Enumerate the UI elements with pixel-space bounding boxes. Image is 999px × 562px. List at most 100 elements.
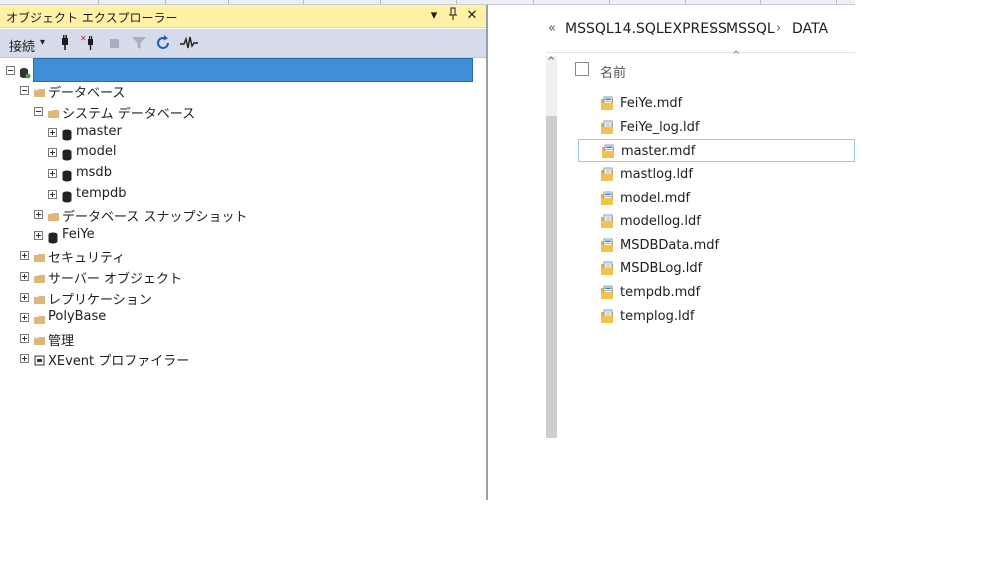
file-name: modellog.ldf <box>620 214 701 229</box>
file-row[interactable]: MSDBData.mdf <box>578 234 855 257</box>
object-explorer-panel: オブジェクト エクスプローラー ▾ ✕ 接続 ▾ ✕ データベース システム デ… <box>0 0 488 500</box>
object-explorer-title: オブジェクト エクスプローラー <box>6 11 178 25</box>
top-tab-strip <box>0 0 855 5</box>
expand-icon[interactable] <box>20 334 29 343</box>
file-row[interactable]: master.mdf <box>578 139 855 162</box>
svg-text:✕: ✕ <box>80 34 87 43</box>
folder-icon <box>34 291 46 304</box>
connect-plug-icon[interactable] <box>56 34 74 52</box>
stop-icon[interactable] <box>106 34 124 52</box>
object-explorer-title-bar: オブジェクト エクスプローラー ▾ ✕ <box>0 4 486 28</box>
file-explorer-panel: « MSSQL14.SQLEXPRESS › MSSQL › DATA ^ ^ … <box>0 0 999 562</box>
database-icon <box>62 126 74 141</box>
expand-icon[interactable] <box>20 272 29 281</box>
column-header-name[interactable]: 名前 <box>600 62 626 81</box>
expand-icon[interactable] <box>34 210 43 219</box>
tree-node-label: tempdb <box>76 186 127 201</box>
profiler-icon <box>34 352 46 366</box>
log-file-icon <box>600 167 614 182</box>
breadcrumb-data[interactable]: DATA <box>792 21 828 37</box>
close-icon[interactable]: ✕ <box>464 7 480 25</box>
database-file-icon <box>600 238 614 253</box>
file-name: model.mdf <box>620 191 691 206</box>
auto-hide-pin-icon[interactable] <box>445 7 461 25</box>
address-divider <box>546 52 855 53</box>
filter-icon[interactable] <box>130 34 148 52</box>
tree-node-label: システム データベース <box>62 107 196 122</box>
tree-node-label: master <box>76 124 122 139</box>
file-row[interactable]: MSDBLog.ldf <box>578 257 855 280</box>
file-name: MSDBLog.ldf <box>620 261 703 276</box>
file-row[interactable]: model.mdf <box>578 187 855 210</box>
tree-node-label: XEvent プロファイラー <box>48 354 190 369</box>
window-position-dropdown-icon[interactable]: ▾ <box>426 7 442 25</box>
tree-node-label: データベース <box>48 86 126 101</box>
file-row[interactable]: FeiYe.mdf <box>578 92 855 115</box>
connect-dropdown-icon[interactable]: ▾ <box>40 37 45 48</box>
breadcrumb-overflow-icon[interactable]: « <box>548 21 556 36</box>
connect-button[interactable]: 接続 <box>9 36 35 55</box>
folder-icon <box>34 84 46 97</box>
file-name: FeiYe.mdf <box>620 96 683 111</box>
object-explorer-toolbar: 接続 ▾ ✕ <box>0 29 486 58</box>
tree-node-label: model <box>76 144 117 159</box>
tree-node-label: msdb <box>76 165 112 180</box>
log-file-icon <box>600 309 614 324</box>
tree-node-label: レプリケーション <box>48 293 152 308</box>
refresh-icon[interactable] <box>154 34 172 52</box>
tree-node-label: データベース スナップショット <box>62 210 248 225</box>
activity-monitor-icon[interactable] <box>179 34 198 52</box>
file-row[interactable]: tempdb.mdf <box>578 281 855 304</box>
log-file-icon <box>600 120 614 135</box>
expand-icon[interactable] <box>20 251 29 260</box>
database-file-icon <box>600 285 614 300</box>
expand-icon[interactable] <box>48 128 57 137</box>
sort-ascending-icon: ^ <box>732 50 741 61</box>
expand-icon[interactable] <box>20 293 29 302</box>
database-icon <box>62 188 74 203</box>
file-name: templog.ldf <box>620 309 695 324</box>
tree-node-label: PolyBase <box>48 309 107 324</box>
collapse-icon[interactable] <box>6 66 15 75</box>
file-row[interactable]: FeiYe_log.ldf <box>578 116 855 139</box>
tree-node-label: セキュリティ <box>48 251 126 266</box>
vertical-scrollbar[interactable]: ^ <box>546 56 557 438</box>
folder-icon <box>48 208 60 221</box>
server-node-selection[interactable] <box>33 58 473 82</box>
folder-icon <box>34 332 46 345</box>
server-icon <box>19 64 31 79</box>
scrollbar-thumb[interactable] <box>546 116 557 438</box>
expand-icon[interactable] <box>20 354 29 363</box>
expand-icon[interactable] <box>48 190 57 199</box>
breadcrumb-mssql[interactable]: MSSQL <box>726 21 775 37</box>
expand-icon[interactable] <box>48 169 57 178</box>
file-name: master.mdf <box>621 144 696 159</box>
folder-icon <box>48 105 60 118</box>
file-name: FeiYe_log.ldf <box>620 120 700 135</box>
collapse-icon[interactable] <box>20 86 29 95</box>
disconnect-icon[interactable]: ✕ <box>80 34 98 52</box>
file-row[interactable]: modellog.ldf <box>578 210 855 233</box>
file-row[interactable]: templog.ldf <box>578 305 855 328</box>
breadcrumb-separator-icon[interactable]: › <box>710 21 715 36</box>
tree-node-label: サーバー オブジェクト <box>48 272 183 287</box>
expand-icon[interactable] <box>34 231 43 240</box>
expand-icon[interactable] <box>48 148 57 157</box>
log-file-icon <box>600 261 614 276</box>
folder-icon <box>34 311 46 324</box>
database-icon <box>62 146 74 161</box>
file-row[interactable]: mastlog.ldf <box>578 163 855 186</box>
select-all-checkbox[interactable] <box>575 62 589 76</box>
database-icon <box>62 167 74 182</box>
collapse-icon[interactable] <box>34 107 43 116</box>
folder-icon <box>34 270 46 283</box>
address-breadcrumb: « MSSQL14.SQLEXPRESS › MSSQL › DATA <box>540 12 860 48</box>
folder-icon <box>34 249 46 262</box>
breadcrumb-separator-icon[interactable]: › <box>776 21 781 36</box>
breadcrumb-mssql14-sqlexpress[interactable]: MSSQL14.SQLEXPRESS <box>565 21 727 37</box>
database-icon <box>48 229 60 244</box>
database-file-icon <box>600 96 614 111</box>
scroll-up-icon[interactable]: ^ <box>547 56 555 67</box>
expand-icon[interactable] <box>20 313 29 322</box>
tree-node-label: FeiYe <box>62 227 95 242</box>
